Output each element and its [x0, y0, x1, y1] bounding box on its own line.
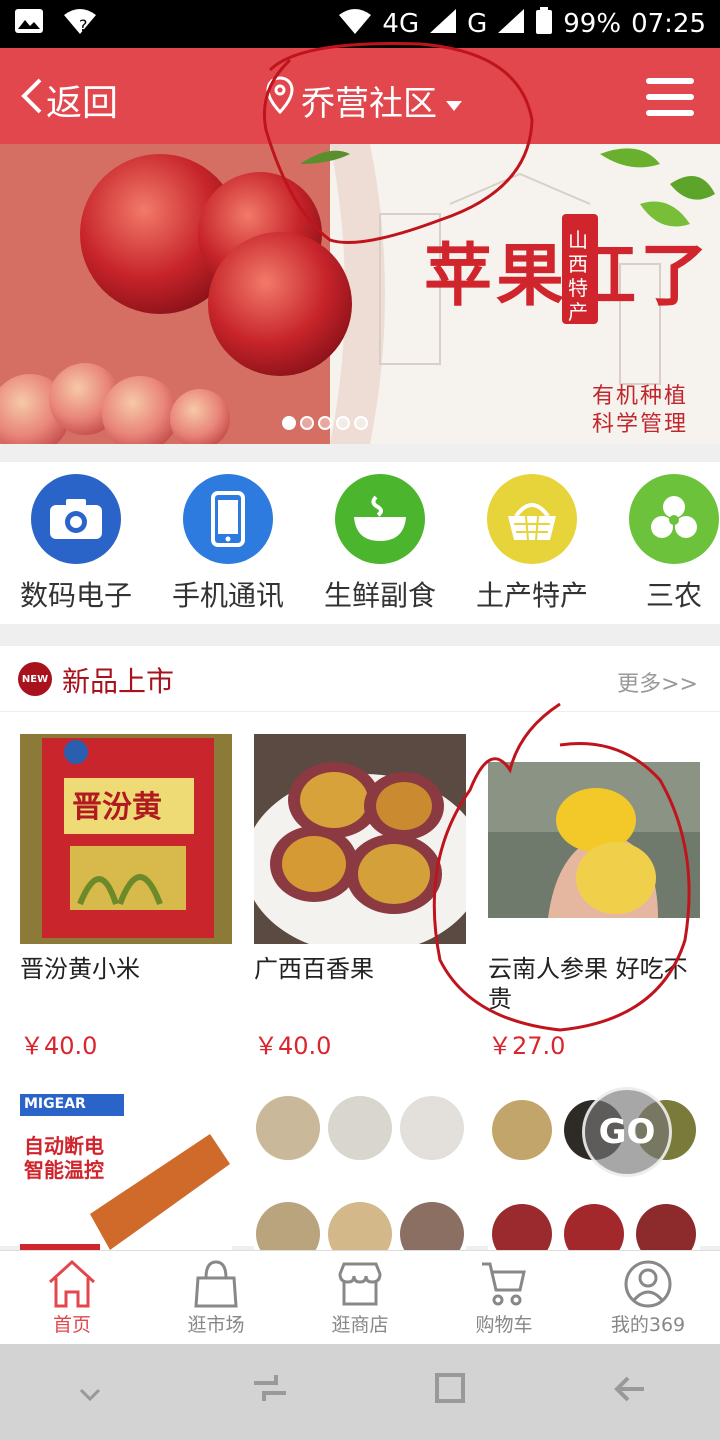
category-digital[interactable]: 数码电子 [6, 474, 146, 614]
category-phone[interactable]: 手机通讯 [158, 474, 298, 614]
phone-icon [183, 474, 273, 564]
product-price: ￥40.0 [254, 1032, 332, 1060]
heater-caption-b: 智能温控 [24, 1158, 104, 1182]
product-image-pepino [488, 734, 700, 944]
home-square-icon[interactable] [410, 1372, 490, 1413]
battery-percent: 99% [563, 9, 622, 39]
bowl-icon [335, 474, 425, 564]
promo-banner[interactable]: 苹果红了 山西特产 有机种植 科学管理 [0, 144, 720, 444]
user-icon [624, 1260, 672, 1308]
network-4g-label: 4G [382, 9, 420, 39]
network-g-label: G [467, 9, 488, 39]
go-floating-button[interactable]: GO [582, 1087, 672, 1177]
product-price: ￥27.0 [488, 1032, 566, 1060]
dropdown-caret-icon [445, 81, 463, 121]
wifi-icon [338, 7, 372, 42]
tab-cart[interactable]: 购物车 [432, 1251, 576, 1344]
clock: 07:25 [631, 9, 706, 39]
category-agri[interactable]: 三农 [604, 474, 720, 614]
category-local[interactable]: 土产特产 [462, 474, 602, 614]
category-label: 生鲜副食 [323, 579, 436, 612]
location-pin-icon [265, 76, 295, 125]
tab-label: 我的369 [610, 1314, 686, 1336]
banner-slogan-2: 科学管理 [592, 412, 689, 437]
location-selector[interactable]: 乔营社区 [265, 76, 463, 125]
carousel-dots [282, 416, 368, 430]
category-label: 手机通讯 [171, 579, 284, 612]
tab-label: 逛市场 [187, 1314, 245, 1336]
back-button[interactable]: 返回 [18, 74, 118, 126]
wifi-question-icon: ? [62, 7, 98, 42]
shopping-bag-icon [194, 1260, 238, 1308]
tab-home[interactable]: 首页 [0, 1251, 144, 1344]
tab-label: 首页 [52, 1314, 91, 1336]
category-label: 数码电子 [19, 579, 132, 612]
product-image-text: 晋汾黄 [72, 790, 162, 825]
section-title: 新品上市 [62, 665, 175, 698]
chevron-left-icon [18, 76, 46, 125]
back-label: 返回 [46, 83, 119, 124]
category-fresh[interactable]: 生鲜副食 [310, 474, 450, 614]
top-header: 返回 乔营社区 [0, 48, 720, 144]
status-bar: ? 4G G 99% 07:25 [0, 0, 720, 48]
section-header: NEW 新品上市 更多>> [0, 646, 720, 712]
image-notification-icon [14, 8, 44, 41]
leaf-icon [629, 474, 719, 564]
signal-icon-2 [497, 8, 525, 41]
product-image-heater: MIGEAR 自动断电 智能温控 [20, 1094, 232, 1250]
tab-market[interactable]: 逛市场 [144, 1251, 288, 1344]
bottom-tab-bar: 首页 逛市场 逛商店 购物车 我的369 [0, 1250, 720, 1344]
svg-text:?: ? [79, 16, 88, 35]
battery-icon [535, 6, 553, 42]
carousel-dot[interactable] [318, 416, 332, 430]
carousel-dot[interactable] [282, 416, 296, 430]
product-image-millet: 晋汾黄 [20, 734, 232, 944]
carousel-dot[interactable] [336, 416, 350, 430]
product-image-passionfruit [254, 734, 466, 944]
carousel-dot[interactable] [300, 416, 314, 430]
signal-icon [429, 8, 457, 41]
heater-caption-top: MIGEAR [24, 1096, 86, 1112]
tab-profile[interactable]: 我的369 [576, 1251, 720, 1344]
more-link[interactable]: 更多>> [617, 666, 698, 698]
tab-label: 逛商店 [331, 1314, 389, 1336]
chevron-down-icon[interactable] [50, 1372, 130, 1412]
product-name: 晋汾黄小米 [20, 955, 140, 983]
product-card[interactable]: 广西百香果 ￥40.0 [254, 734, 466, 1061]
product-card[interactable] [254, 1094, 466, 1250]
product-name: 广西百香果 [254, 955, 374, 983]
category-label: 土产特产 [475, 579, 588, 612]
product-image-flour [254, 1094, 466, 1250]
product-card[interactable]: 云南人参果 好吃不贵 ￥27.0 [488, 734, 700, 1061]
hamburger-icon [646, 78, 694, 84]
category-row: 数码电子 手机通讯 生鲜副食 土产特产 三农 [0, 462, 720, 624]
tab-label: 购物车 [475, 1314, 533, 1336]
home-icon [48, 1259, 96, 1308]
product-price: ￥40.0 [20, 1032, 98, 1060]
product-name: 云南人参果 好吃不贵 [488, 955, 688, 1013]
back-arrow-icon[interactable] [590, 1372, 670, 1412]
product-card[interactable]: 晋汾黄 晋汾黄小米 ￥40.0 [20, 734, 232, 1061]
cart-icon [482, 1262, 526, 1306]
camera-icon [31, 474, 121, 564]
new-badge-icon: NEW [18, 662, 52, 696]
system-nav-bar [0, 1344, 720, 1440]
tab-shops[interactable]: 逛商店 [288, 1251, 432, 1344]
basket-icon [487, 474, 577, 564]
menu-button[interactable] [646, 78, 694, 118]
recents-icon[interactable] [230, 1372, 310, 1412]
banner-tag: 山西特产 [568, 228, 588, 324]
product-card[interactable]: MIGEAR 自动断电 智能温控 [20, 1094, 232, 1250]
carousel-dot[interactable] [354, 416, 368, 430]
location-label: 乔营社区 [301, 84, 437, 124]
category-label: 三农 [645, 579, 702, 612]
storefront-icon [338, 1262, 382, 1306]
